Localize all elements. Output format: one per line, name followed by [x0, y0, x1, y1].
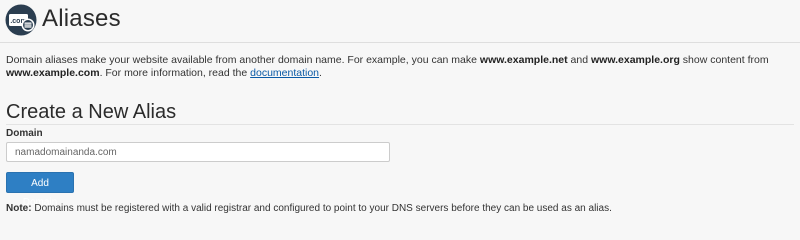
domain-input[interactable]: [6, 142, 390, 162]
intro-text: . For more information, read the: [99, 67, 251, 79]
note-label: Note:: [6, 203, 32, 214]
intro-text: and: [567, 54, 591, 66]
intro-description: Domain aliases make your website availab…: [6, 54, 796, 80]
domain-alias-icon: .com: [5, 4, 37, 36]
page-title: Aliases: [42, 5, 121, 32]
example-org: www.example.org: [591, 54, 680, 66]
intro-text: .: [319, 67, 322, 79]
header-divider: [0, 42, 800, 43]
section-title: Create a New Alias: [6, 101, 177, 123]
note-text: Domains must be registered with a valid …: [31, 203, 612, 214]
intro-text: show content from: [679, 54, 769, 66]
example-net: www.example.net: [479, 54, 568, 66]
example-com: www.example.com: [6, 67, 100, 79]
section-divider: [6, 124, 794, 125]
domain-label: Domain: [6, 128, 43, 139]
add-domain-button[interactable]: Add Domain: [6, 172, 74, 208]
page-header: .com Aliases: [0, 0, 800, 40]
note: Note: Domains must be registered with a …: [6, 203, 796, 215]
intro-text: Domain aliases make your website availab…: [6, 54, 480, 66]
documentation-link[interactable]: documentation: [250, 67, 319, 79]
